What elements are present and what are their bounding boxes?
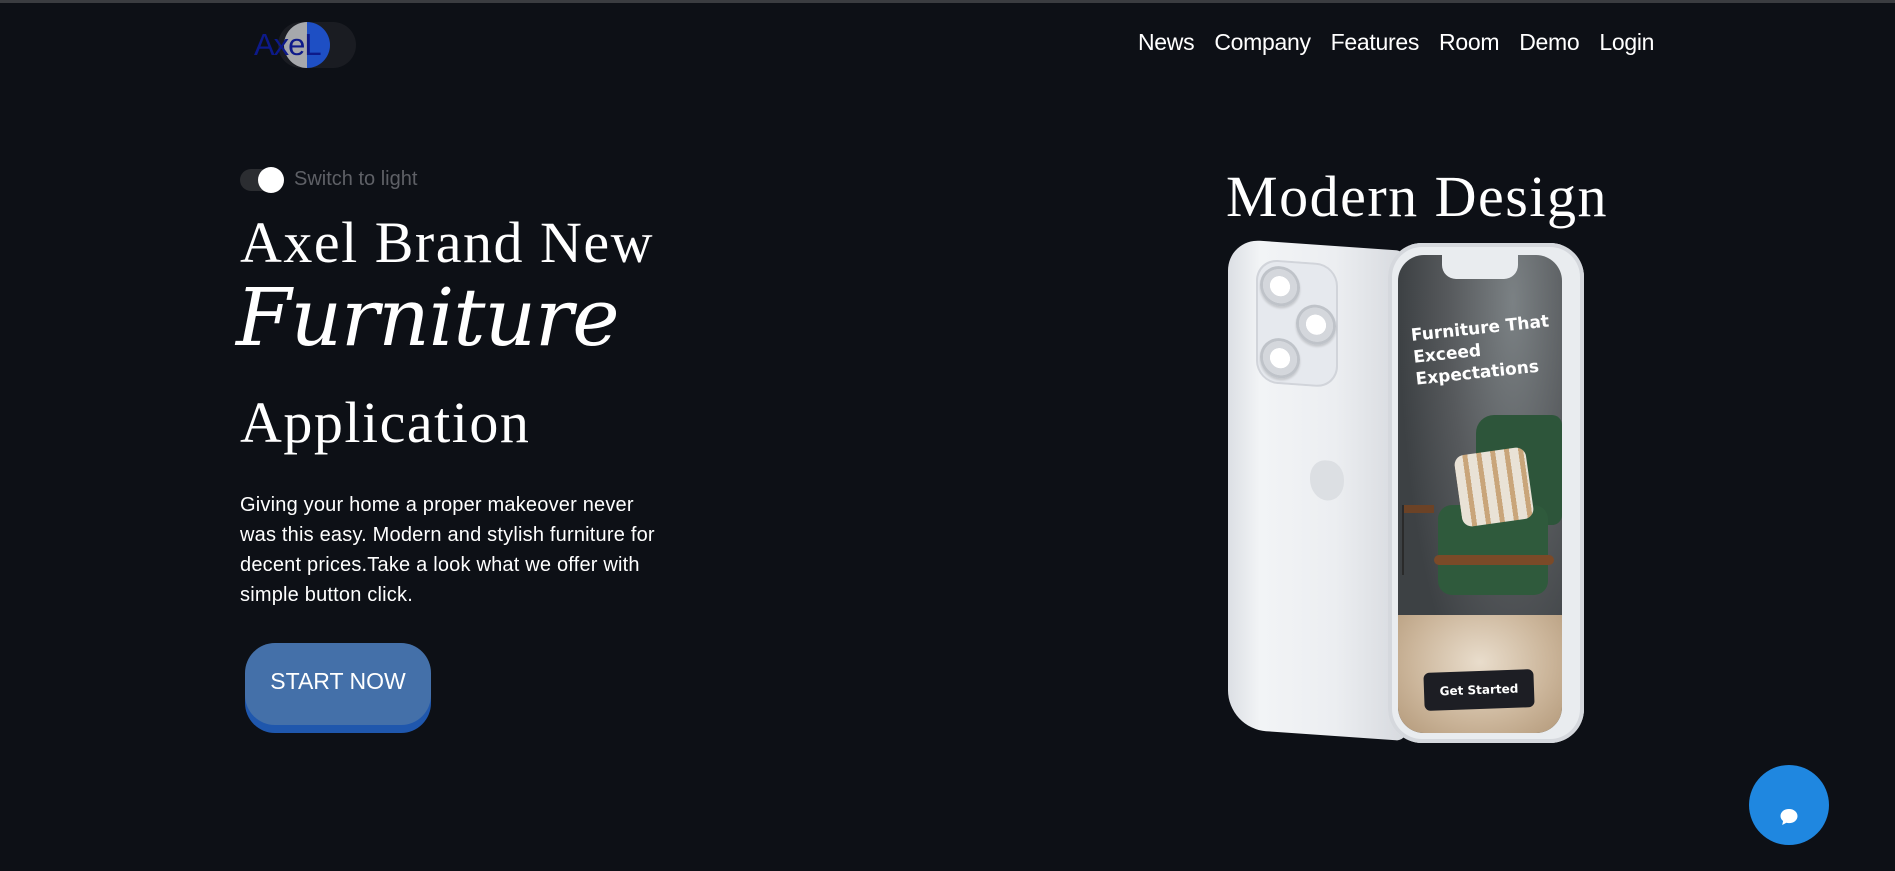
toggle-label: Switch to light [294,168,418,190]
logo-text: AxeL [254,27,322,62]
side-table [1402,505,1434,575]
nav-company[interactable]: Company [1214,29,1311,56]
camera-module [1256,258,1338,389]
pillow [1453,446,1535,528]
toggle-track[interactable] [240,166,284,193]
phone-screen: Furniture That Exceed Expectations Get S… [1398,255,1562,733]
toggle-knob[interactable] [258,166,284,193]
phone-notch [1442,255,1518,279]
chat-bubble-icon [1780,809,1798,825]
hero-title-line3: Application [240,390,531,455]
camera-lens-icon [1260,336,1300,380]
start-now-button[interactable]: START NOW [245,643,431,725]
brand-logo[interactable]: AxeL [250,20,356,70]
start-now-label: START NOW [270,667,406,694]
nav-news[interactable]: News [1138,29,1195,56]
main-nav: News Company Features Room Demo Login [1138,29,1654,56]
hero-title-line1: Axel Brand New [240,210,655,275]
hero-description: Giving your home a proper makeover never… [240,494,655,606]
hero-title-line2: Furniture [236,271,620,364]
nav-login[interactable]: Login [1599,29,1654,56]
phone-back [1228,238,1406,741]
page: AxeL News Company Features Room Demo Log… [0,0,1895,871]
nav-features[interactable]: Features [1331,29,1420,56]
showcase-title: Modern Design [1226,164,1608,229]
chat-button[interactable] [1749,765,1829,845]
get-started-button: Get Started [1423,669,1535,711]
nav-room[interactable]: Room [1439,29,1499,56]
screen-headline: Furniture That Exceed Expectations [1410,311,1550,390]
nav-demo[interactable]: Demo [1519,29,1579,56]
camera-lens-icon [1296,303,1336,347]
camera-lens-icon [1260,264,1300,308]
phone-mockup: Furniture That Exceed Expectations Get S… [1226,238,1586,743]
theme-toggle[interactable]: Switch to light [240,166,418,193]
phone-front: Furniture That Exceed Expectations Get S… [1388,243,1584,743]
chair-frame [1434,555,1554,565]
apple-logo-icon [1310,459,1344,502]
